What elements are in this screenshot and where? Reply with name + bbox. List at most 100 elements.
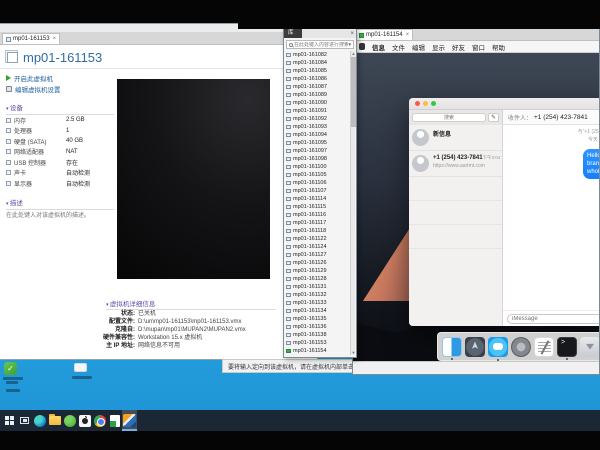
taskbar-app-green-app[interactable] (62, 410, 77, 431)
vm-list-item[interactable]: mp01-161154 (286, 347, 349, 355)
imessage-input[interactable] (507, 314, 600, 324)
messages-titlebar[interactable] (409, 98, 600, 110)
vm-list-item[interactable]: mp01-161127 (286, 251, 349, 259)
vm-list-item[interactable]: mp01-161115 (286, 203, 349, 211)
vm-list-item[interactable]: mp01-161117 (286, 219, 349, 227)
vm-list-item[interactable]: mp01-161091 (286, 107, 349, 115)
launchpad-dock-icon[interactable] (465, 337, 485, 357)
vm-list-item[interactable]: mp01-161089 (286, 91, 349, 99)
device-row[interactable]: 声卡自动检测 (6, 168, 114, 179)
vm-list-item[interactable]: mp01-161124 (286, 243, 349, 251)
task-view-button[interactable] (17, 410, 32, 431)
taskbar-app-document-app[interactable] (107, 410, 122, 431)
vm-list-item[interactable]: mp01-161133 (286, 299, 349, 307)
device-row[interactable]: 硬盘 (SATA)40 GB (6, 136, 114, 147)
vm-list-item[interactable]: mp01-161122 (286, 235, 349, 243)
vm-list-item[interactable]: mp01-161087 (286, 83, 349, 91)
desktop-icon-green-app[interactable]: ✓ (4, 362, 17, 375)
vm-list-item[interactable]: mp01-161093 (286, 123, 349, 131)
vm-list-item[interactable]: mp01-161126 (286, 259, 349, 267)
minimize-traffic-light[interactable] (423, 101, 428, 106)
vm-list-item[interactable]: mp01-161135 (286, 315, 349, 323)
menu-item-7[interactable]: 帮助 (492, 42, 505, 52)
terminal-dock-icon[interactable] (557, 337, 577, 357)
description-placeholder[interactable]: 在此处键入对该虚拟机的描述。 (6, 213, 114, 221)
vm-details-header[interactable]: ▾ 虚拟机详细信息 (106, 298, 276, 310)
taskbar-app-file-explorer[interactable] (47, 410, 62, 431)
vm-list-item[interactable]: mp01-161153 (286, 339, 349, 347)
scroll-up-icon[interactable]: ▲ (351, 51, 356, 56)
vm-list-item[interactable]: mp01-161105 (286, 171, 349, 179)
vm-list-item[interactable]: mp01-161128 (286, 275, 349, 283)
vm-list-item[interactable]: mp01-161098 (286, 155, 349, 163)
taskbar-app-apple-app[interactable] (77, 410, 92, 431)
taskbar-app-chrome[interactable] (92, 410, 107, 431)
vm-list-item[interactable]: mp01-161116 (286, 211, 349, 219)
system-preferences-dock-icon[interactable] (511, 337, 531, 357)
taskbar-app-vmware[interactable] (122, 410, 137, 431)
device-row[interactable]: 处理器1 (6, 126, 114, 137)
menu-item-5[interactable]: 好友 (452, 42, 465, 52)
vm-list-item[interactable]: mp01-161136 (286, 323, 349, 331)
vm-list-item[interactable]: mp01-161082 (286, 51, 349, 59)
vm-list-item[interactable]: mp01-161107 (286, 187, 349, 195)
device-row[interactable]: 显示器自动检测 (6, 178, 114, 189)
vm-list-item[interactable]: mp01-161085 (286, 67, 349, 75)
menu-item-1[interactable]: 信息 (372, 42, 385, 52)
library-scrollbar[interactable]: ▲ ▼ (350, 51, 355, 355)
apple-logo-icon[interactable] (359, 43, 365, 50)
menu-item-2[interactable]: 文件 (392, 42, 405, 52)
description-section-header[interactable]: ▾ 描述 (6, 197, 114, 210)
vm-list-item[interactable]: mp01-161090 (286, 99, 349, 107)
vm-list-item[interactable]: mp01-161097 (286, 147, 349, 155)
vm-list-item[interactable]: mp01-161106 (286, 179, 349, 187)
menu-item-4[interactable]: 显示 (432, 42, 445, 52)
conversation-item[interactable]: 新信息 (409, 125, 502, 151)
vm-action-power-on[interactable]: 开启此虚拟机 (6, 72, 114, 83)
start-button[interactable] (2, 410, 17, 431)
conversation-item[interactable]: +1 (254) 423-7841下午3:04https://www.aartm… (409, 151, 502, 177)
tab-close-icon[interactable]: × (53, 36, 57, 42)
device-row[interactable]: 网络适配器NAT (6, 147, 114, 158)
vm-console-preview[interactable] (117, 79, 270, 279)
messages-search-input[interactable] (412, 113, 486, 122)
vm-list-item[interactable]: mp01-161092 (286, 115, 349, 123)
vm-action-edit-settings[interactable]: 编辑虚拟机设置 (6, 83, 114, 94)
tab-mp01-161154[interactable]: mp01-161154 × (355, 29, 413, 40)
vm-list-item[interactable]: mp01-161131 (286, 283, 349, 291)
vm-list-item[interactable]: mp01-161132 (286, 291, 349, 299)
desktop-icon-label (72, 376, 92, 379)
vm-list-item[interactable]: mp01-161134 (286, 307, 349, 315)
tab-mp01-161153[interactable]: mp01-161153 × (2, 33, 60, 44)
desktop-icon-file[interactable] (74, 363, 87, 372)
downloads-dock-icon[interactable] (580, 337, 600, 357)
vm-list-item[interactable]: mp01-161095 (286, 139, 349, 147)
device-row[interactable]: 内存2.5 GB (6, 115, 114, 126)
vm-list-item[interactable]: mp01-161086 (286, 75, 349, 83)
messages-dock-icon[interactable] (488, 337, 508, 357)
tab-close-icon[interactable]: × (406, 32, 410, 38)
chevron-down-icon[interactable]: ▼ (348, 42, 352, 47)
close-icon[interactable]: × (350, 31, 354, 37)
vm-list-item[interactable]: mp01-161084 (286, 59, 349, 67)
vm-list-item[interactable]: mp01-161094 (286, 131, 349, 139)
scrollbar-thumb[interactable] (351, 57, 356, 127)
compose-icon[interactable]: ✎ (488, 113, 499, 122)
to-row[interactable]: 收件人： +1 (254) 423-7841 (503, 110, 600, 125)
vm-list-item[interactable]: mp01-161114 (286, 195, 349, 203)
vm-list-item[interactable]: mp01-161129 (286, 267, 349, 275)
vm-list-item[interactable]: mp01-161138 (286, 331, 349, 339)
vm-list-item[interactable]: mp01-161100 (286, 163, 349, 171)
taskbar-app-edge[interactable] (32, 410, 47, 431)
vm-list-item[interactable]: mp01-161118 (286, 227, 349, 235)
scroll-down-icon[interactable]: ▼ (351, 350, 356, 355)
textedit-dock-icon[interactable] (534, 337, 554, 357)
menu-item-6[interactable]: 窗口 (472, 42, 485, 52)
close-traffic-light[interactable] (415, 101, 420, 106)
library-search-input[interactable] (294, 42, 348, 48)
finder-dock-icon[interactable] (442, 337, 462, 357)
zoom-traffic-light[interactable] (431, 101, 436, 106)
menu-item-3[interactable]: 编辑 (412, 42, 425, 52)
devices-section-header[interactable]: ▾ 设备 (6, 102, 114, 115)
device-row[interactable]: USB 控制器存在 (6, 157, 114, 168)
